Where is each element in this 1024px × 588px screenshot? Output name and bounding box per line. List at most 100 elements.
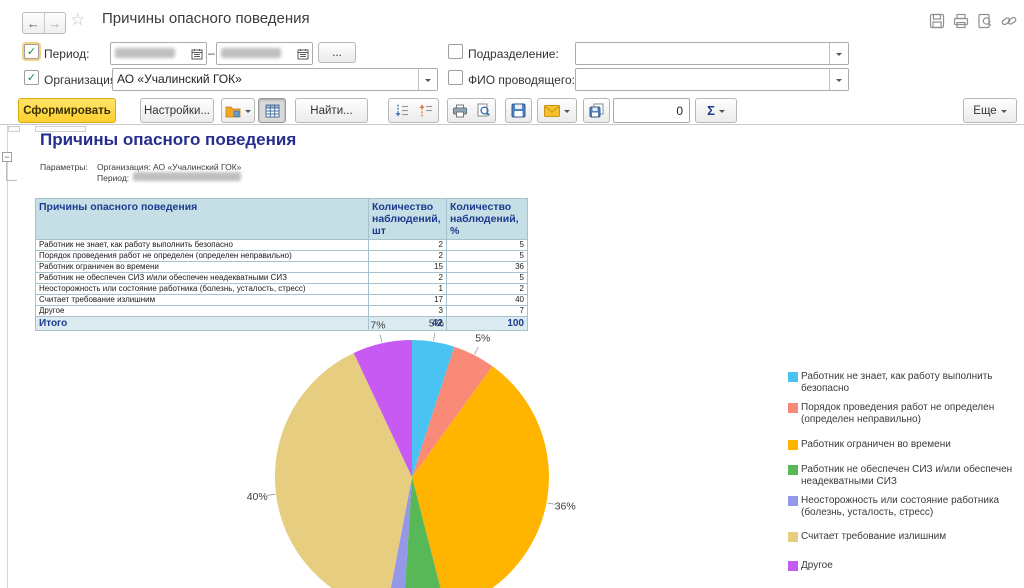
period-from-input[interactable] — [110, 42, 207, 65]
expand-groups-icon — [394, 103, 409, 118]
pie-label-tick — [475, 347, 479, 354]
parameter-period: Период: — [97, 173, 129, 183]
table-row: Работник не знает, как работу выполнить … — [36, 240, 528, 251]
calendar-icon[interactable] — [294, 43, 312, 64]
app-window: ← → ☆ Причины опасного поведения ✓ Перио… — [0, 0, 1024, 588]
chevron-down-icon[interactable] — [829, 43, 848, 64]
report-title: Причины опасного поведения — [40, 130, 296, 150]
grid-icon — [265, 104, 280, 118]
preview-magnifier-icon — [476, 103, 491, 118]
conductor-label: ФИО проводящего: — [468, 73, 575, 87]
pie-chart: 5%5%36%5%2%40%7% — [220, 312, 600, 588]
back-button[interactable]: ← — [23, 13, 44, 33]
envelope-icon — [544, 105, 560, 117]
printer-icon — [452, 104, 468, 118]
find-button[interactable]: Найти... — [295, 98, 368, 123]
pie-label-tick — [267, 494, 275, 495]
period-to-input[interactable] — [216, 42, 313, 65]
cell-percent: 2 — [447, 284, 528, 295]
department-label: Подразделение: — [468, 47, 559, 61]
print-preview-button[interactable] — [471, 98, 496, 123]
department-combobox[interactable] — [575, 42, 849, 65]
cell-count: 2 — [369, 240, 447, 251]
more-button[interactable]: Еще — [963, 98, 1017, 123]
organization-combobox[interactable]: АО «Учалинский ГОК» — [112, 68, 438, 91]
save-copy-button[interactable] — [583, 98, 610, 123]
group-level-cell[interactable] — [8, 126, 20, 132]
cell-percent: 40 — [447, 295, 528, 306]
collapse-group-button[interactable]: − — [2, 152, 12, 162]
page-title: Причины опасного поведения — [102, 10, 310, 27]
organization-checkbox[interactable]: ✓ — [24, 70, 39, 85]
legend-swatch-icon — [788, 440, 798, 450]
parameters-label: Параметры: — [40, 162, 88, 172]
chevron-down-icon[interactable] — [829, 69, 848, 90]
expand-groups-button[interactable] — [388, 98, 414, 123]
redacted-date-from — [115, 48, 175, 58]
settings-panel-toggle-button[interactable] — [258, 98, 286, 123]
legend-swatch-icon — [788, 372, 798, 382]
conductor-combobox[interactable] — [575, 68, 849, 91]
report-variants-button[interactable] — [221, 98, 255, 123]
legend-label: Другое — [801, 560, 833, 572]
table-header-row: Причины опасного поведения Количество на… — [36, 199, 528, 240]
legend-swatch-icon — [788, 532, 798, 542]
calendar-icon[interactable] — [188, 43, 206, 64]
legend-item: Работник ограничен во времени — [788, 439, 1020, 451]
column-header-count: Количество наблюдений, шт — [369, 199, 447, 240]
legend-item: Считает требование излишним — [788, 531, 1020, 543]
legend-label: Работник ограничен во времени — [801, 439, 951, 451]
more-button-label: Еще — [973, 105, 996, 117]
folder-icon — [225, 104, 241, 118]
forward-button[interactable]: → — [44, 13, 66, 33]
legend-label: Считает требование излишним — [801, 531, 946, 543]
parameter-organization: Организация: АО «Учалинский ГОК» — [97, 162, 241, 172]
pie-slice-label: 7% — [370, 319, 385, 331]
link-icon[interactable] — [1000, 12, 1018, 30]
period-choice-button[interactable]: ... — [318, 42, 356, 63]
counter-input[interactable] — [613, 98, 690, 123]
group-bracket — [6, 180, 17, 181]
cell-count: 2 — [369, 251, 447, 262]
forward-arrow-icon: → — [48, 16, 61, 31]
legend-item: Работник не обеспечен СИЗ и/или обеспече… — [788, 464, 1020, 487]
conductor-checkbox[interactable] — [448, 70, 463, 85]
sum-button[interactable]: Σ — [695, 98, 737, 123]
pie-slice-label: 5% — [475, 333, 490, 345]
legend-label: Работник не знает, как работу выполнить … — [801, 371, 1020, 394]
save-result-button[interactable] — [505, 98, 532, 123]
table-row: Работник не обеспечен СИЗ и/или обеспече… — [36, 273, 528, 284]
pie-slice-label: 36% — [555, 501, 576, 513]
preview-icon[interactable] — [976, 12, 994, 30]
pie-label-tick — [434, 333, 435, 341]
legend-swatch-icon — [788, 403, 798, 413]
chevron-down-icon[interactable] — [418, 69, 437, 90]
cell-cause: Неосторожность или состояние работника (… — [36, 284, 369, 295]
legend-label: Порядок проведения работ не определен (о… — [801, 402, 1020, 425]
settings-button[interactable]: Настройки... — [140, 98, 214, 123]
pie-slice-label: 40% — [247, 491, 268, 503]
collapse-groups-button[interactable] — [413, 98, 439, 123]
send-mail-button[interactable] — [537, 98, 577, 123]
generate-button[interactable]: Сформировать — [18, 98, 116, 123]
save-icon[interactable] — [928, 12, 946, 30]
cell-percent: 36 — [447, 262, 528, 273]
print-icon[interactable] — [952, 12, 970, 30]
table-row: Неосторожность или состояние работника (… — [36, 284, 528, 295]
department-value — [576, 43, 829, 64]
favorite-star-icon[interactable]: ☆ — [70, 10, 85, 30]
department-checkbox[interactable] — [448, 44, 463, 59]
legend-swatch-icon — [788, 561, 798, 571]
print-button[interactable] — [447, 98, 472, 123]
redacted-date-to — [221, 48, 281, 58]
floppy-icon — [511, 103, 526, 118]
cell-count: 15 — [369, 262, 447, 273]
cell-cause: Работник ограничен во времени — [36, 262, 369, 273]
legend-item: Неосторожность или состояние работника (… — [788, 495, 1020, 518]
collapse-groups-icon — [418, 103, 433, 118]
legend-item: Порядок проведения работ не определен (о… — [788, 402, 1020, 425]
group-bracket — [6, 162, 7, 180]
period-checkbox[interactable]: ✓ — [24, 44, 39, 59]
organization-value: АО «Учалинский ГОК» — [113, 69, 418, 90]
legend-label: Работник не обеспечен СИЗ и/или обеспече… — [801, 464, 1020, 487]
